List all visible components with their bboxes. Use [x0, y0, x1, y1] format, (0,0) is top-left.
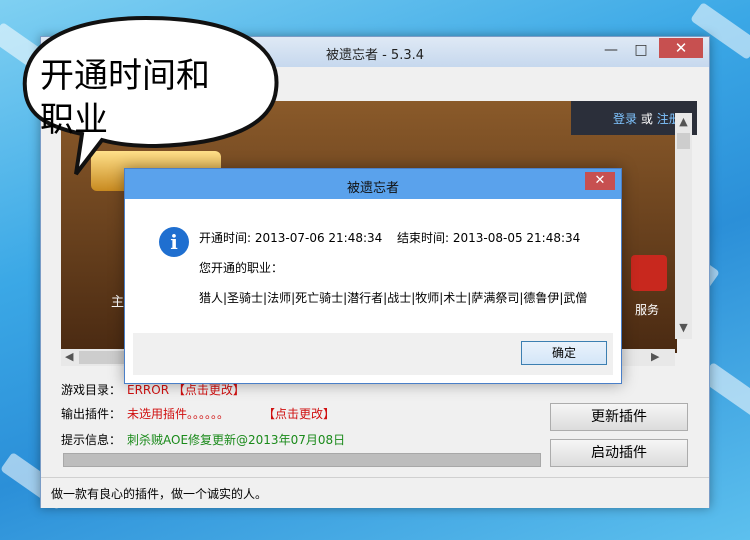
login-or-text: 或 [640, 112, 653, 126]
callout-line-1: 开通时间和 [40, 56, 210, 96]
dialog-close-button[interactable]: ✕ [585, 172, 615, 190]
login-links: 登录 或 注册 [613, 110, 681, 127]
output-plugin-change-link[interactable]: 【点击更改】 [263, 405, 335, 422]
job-prompt-text: 您开通的职业： [199, 261, 284, 275]
output-plugin-label: 输出插件： [61, 407, 122, 421]
info-icon: i [159, 227, 189, 257]
scroll-up-icon[interactable]: ▲ [675, 115, 692, 128]
window-close-button[interactable]: ✕ [659, 38, 703, 58]
maximize-button[interactable]: □ [627, 39, 655, 61]
service-label[interactable]: 服务 [635, 301, 659, 318]
progress-bar [63, 453, 541, 467]
login-link[interactable]: 登录 [613, 112, 637, 126]
status-bar: 做一款有良心的插件，做一个诚实的人。 [41, 477, 709, 508]
tip-value: 刺杀贼AOE修复更新@2013年07月08日 [127, 433, 346, 447]
scroll-left-icon[interactable]: ◀ [65, 350, 73, 363]
scroll-down-icon[interactable]: ▼ [675, 321, 692, 334]
game-dir-label: 游戏目录： [61, 383, 122, 397]
output-plugin-value: 未选用插件。。。。。。 [127, 407, 230, 421]
dialog-title: 被遗忘者 [346, 181, 399, 196]
end-time-text: 结束时间: 2013-08-05 21:48:34 [397, 231, 581, 245]
status-text: 做一款有良心的插件，做一个诚实的人。 [51, 487, 268, 501]
job-list-text: 猎人|圣骑士|法师|死亡骑士|潜行者|战士|牧师|术士|萨满祭司|德鲁伊|武僧 [199, 291, 588, 305]
vertical-scroll-thumb[interactable] [677, 133, 690, 149]
launch-plugin-button[interactable]: 启动插件 [550, 439, 688, 467]
callout-bubble: 开通时间和 职业 [6, 6, 292, 176]
start-time-text: 开通时间: 2013-07-06 21:48:34 [199, 231, 383, 245]
callout-text: 开通时间和 职业 [40, 54, 260, 142]
update-plugin-button[interactable]: 更新插件 [550, 403, 688, 431]
info-dialog: 被遗忘者 ✕ i 开通时间: 2013-07-06 21:48:34 结束时间:… [124, 168, 622, 384]
gift-icon[interactable] [631, 255, 667, 291]
minimize-button[interactable]: — [597, 39, 625, 61]
tip-label: 提示信息： [61, 433, 122, 447]
banner-left-label: 主 [111, 295, 125, 310]
callout-line-2: 职业 [40, 100, 108, 140]
ok-button[interactable]: 确定 [521, 341, 607, 365]
scroll-right-icon[interactable]: ▶ [651, 350, 659, 363]
